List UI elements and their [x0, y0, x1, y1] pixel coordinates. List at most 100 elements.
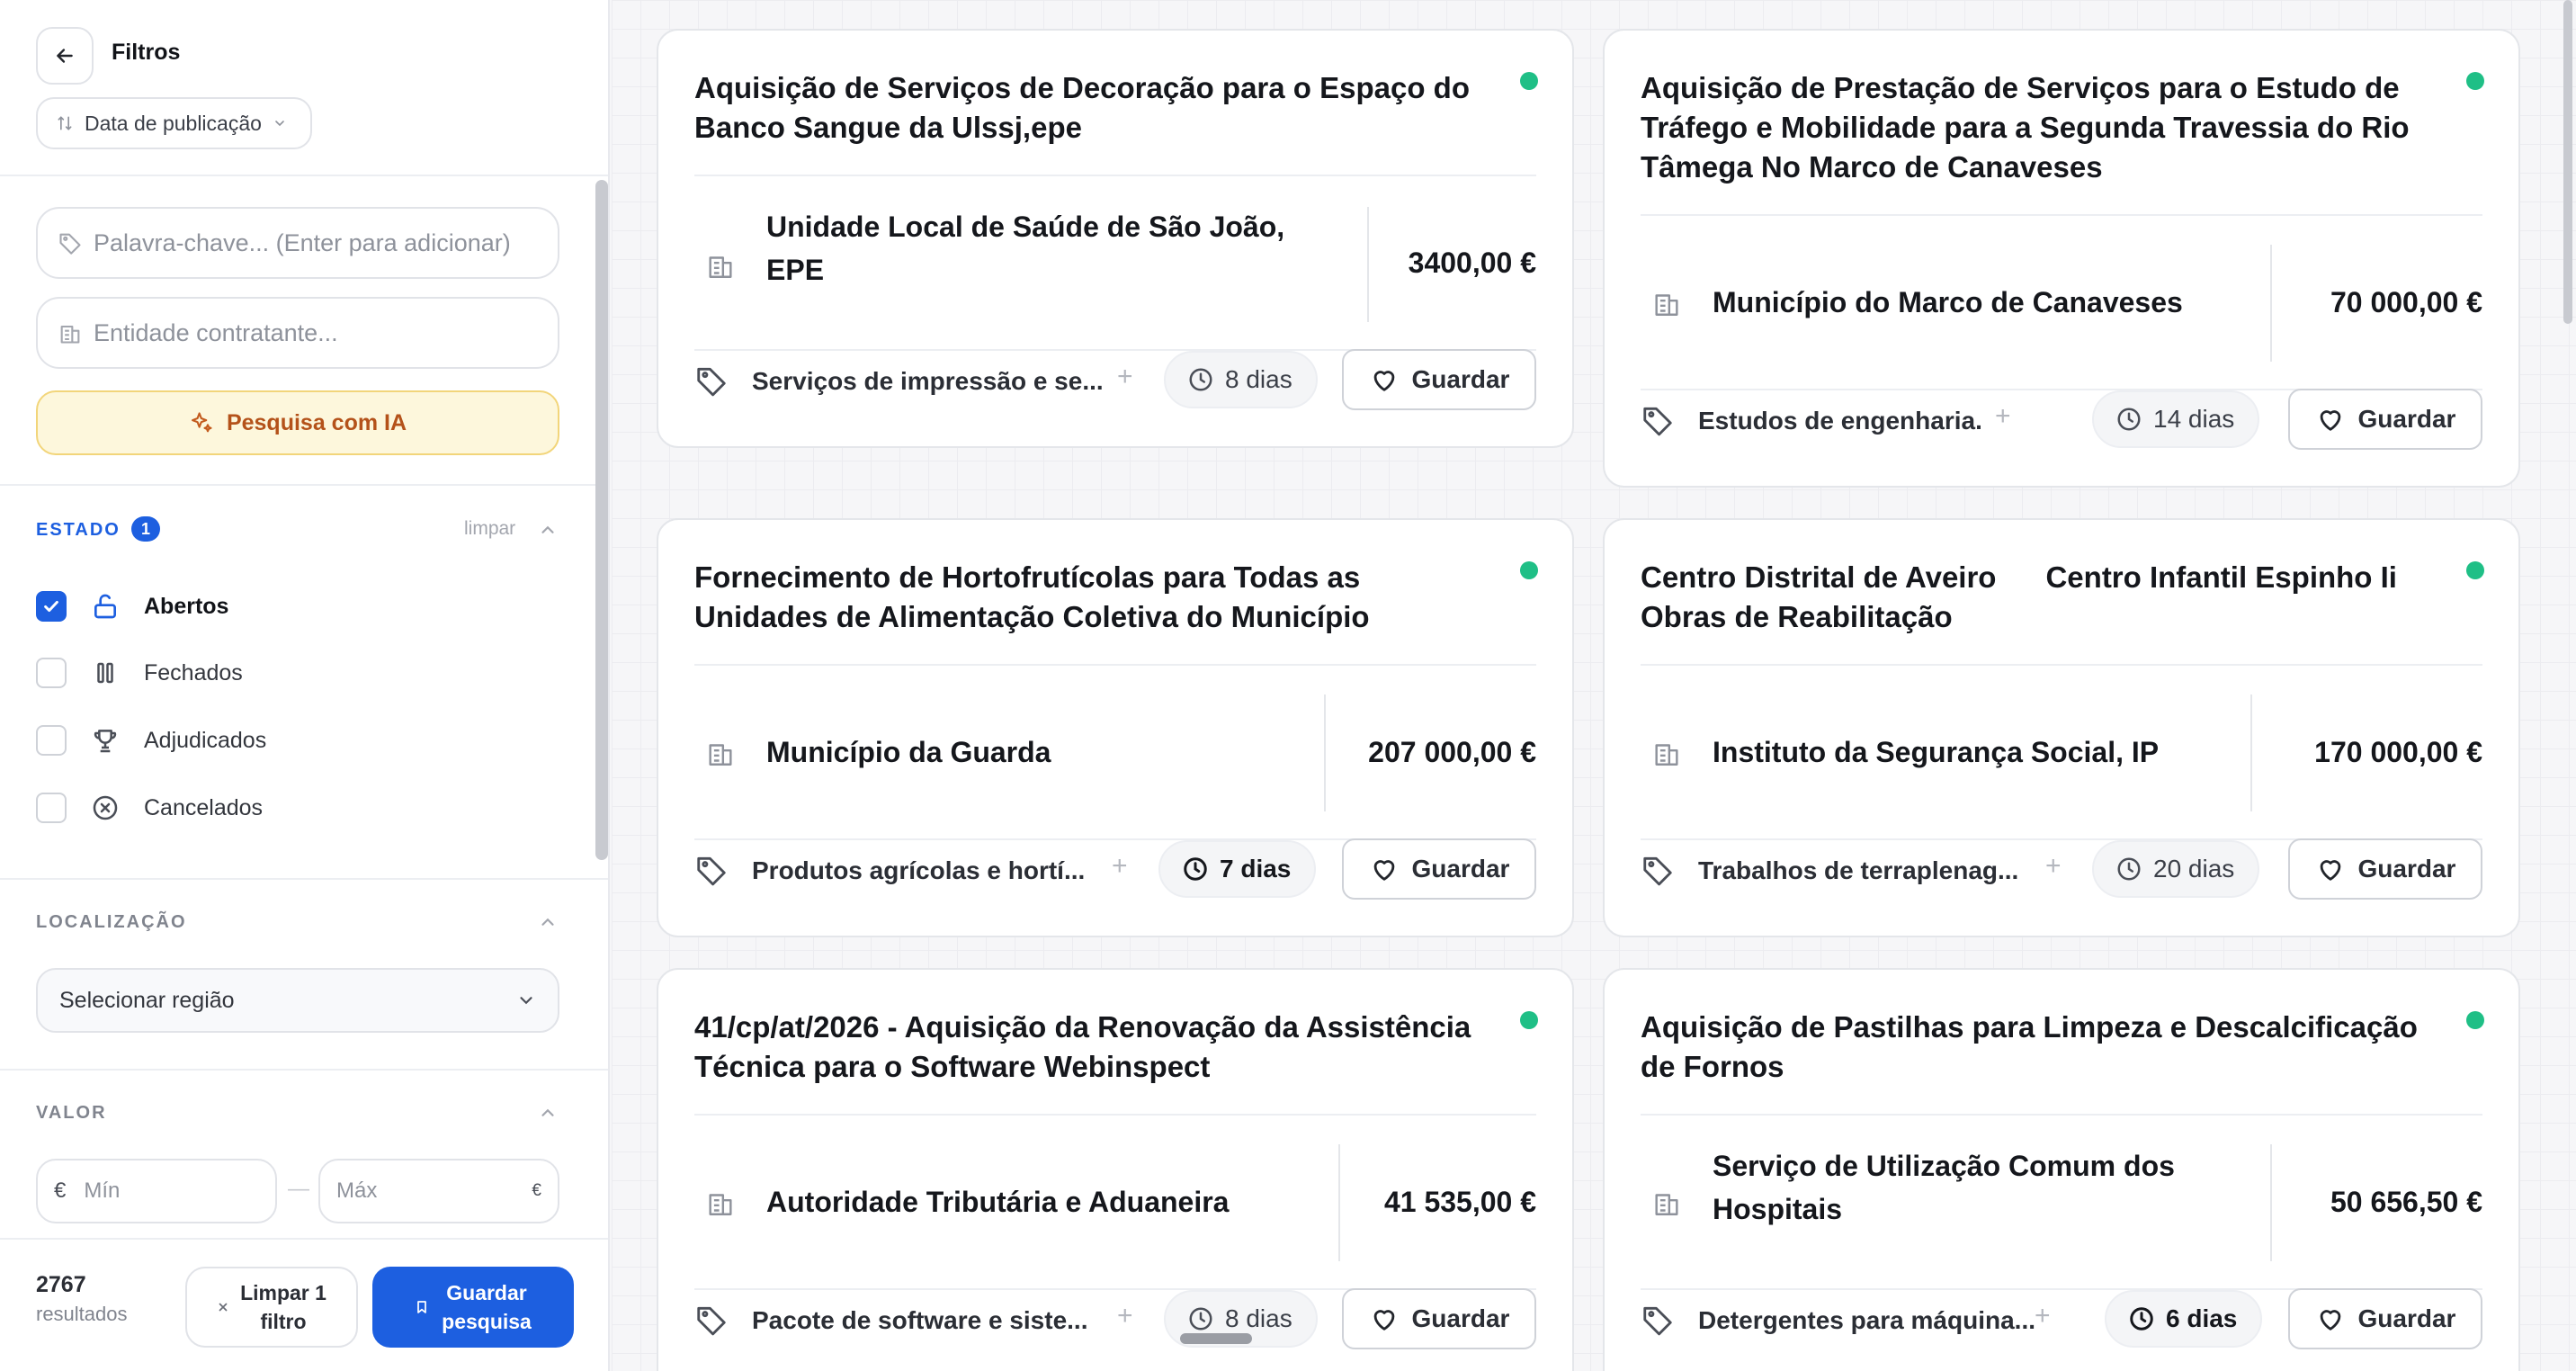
- tender-card[interactable]: 41/cp/at/2026 - Aquisição da Renovação d…: [657, 968, 1574, 1371]
- plus-icon[interactable]: +: [2045, 851, 2062, 882]
- save-search-button[interactable]: Guardar pesquisa: [372, 1267, 574, 1348]
- save-button[interactable]: Guardar: [1342, 349, 1536, 410]
- deadline-pill: 20 dias: [2092, 840, 2260, 898]
- price: 207 000,00 €: [1368, 736, 1536, 768]
- category-tag: Trabalhos de terraplenag...: [1698, 856, 2019, 884]
- results-scrollbar[interactable]: [2560, 0, 2576, 1371]
- plus-icon[interactable]: +: [1112, 851, 1128, 882]
- sidebar-title: Filtros: [112, 40, 181, 65]
- entity-name: Município do Marco de Canaveses: [1713, 286, 2183, 318]
- results-scrollbar-thumb[interactable]: [2563, 0, 2572, 324]
- clear-line-1: Limpar 1: [240, 1281, 326, 1304]
- tender-card[interactable]: Aquisição de Pastilhas para Limpeza e De…: [1603, 968, 2520, 1371]
- max-value-field[interactable]: Máx €: [318, 1159, 559, 1223]
- clock-icon: [2130, 1307, 2153, 1331]
- pause-icon: [90, 658, 121, 688]
- days-left: 20 dias: [2153, 855, 2235, 883]
- horizontal-scroll-indicator[interactable]: [1180, 1333, 1252, 1344]
- tag-icon: [59, 233, 81, 255]
- tender-title[interactable]: Centro Distrital de Aveiro Centro Infant…: [1641, 558, 2432, 637]
- estado-option-cancelados[interactable]: Cancelados: [36, 790, 263, 826]
- tender-card[interactable]: Aquisição de Prestação de Serviços para …: [1603, 29, 2520, 488]
- valor-section-label: VALOR: [36, 1103, 107, 1123]
- option-label: Abertos: [144, 593, 229, 619]
- tag-icon: [1643, 407, 1672, 436]
- checkbox-checked[interactable]: [36, 591, 67, 622]
- plus-icon[interactable]: +: [2035, 1301, 2051, 1331]
- heart-icon: [2320, 860, 2340, 881]
- min-placeholder: Mín: [84, 1178, 121, 1203]
- sidebar-scrollbar[interactable]: [595, 180, 608, 860]
- sort-dropdown[interactable]: Data de publicação: [36, 97, 312, 149]
- status-dot: [2466, 72, 2484, 90]
- status-dot: [1520, 1011, 1538, 1029]
- min-value-field[interactable]: € Mín: [36, 1159, 277, 1223]
- tender-card[interactable]: Centro Distrital de Aveiro Centro Infant…: [1603, 518, 2520, 937]
- option-label: Adjudicados: [144, 727, 267, 753]
- estado-option-adjudicados[interactable]: Adjudicados: [36, 722, 266, 758]
- heart-icon: [2320, 410, 2340, 431]
- estado-section-label: ESTADO: [36, 520, 121, 540]
- checkbox[interactable]: [36, 658, 67, 688]
- keyword-input[interactable]: [94, 228, 543, 257]
- estado-option-abertos[interactable]: Abertos: [36, 588, 228, 624]
- tender-title[interactable]: Fornecimento de Hortofrutícolas para Tod…: [694, 558, 1486, 637]
- region-select[interactable]: Selecionar região: [36, 968, 559, 1033]
- back-button[interactable]: [36, 27, 94, 85]
- estado-option-fechados[interactable]: Fechados: [36, 655, 243, 691]
- entity-input[interactable]: [94, 318, 543, 347]
- building-icon: [1655, 1194, 1678, 1215]
- option-label: Fechados: [144, 659, 243, 686]
- plus-icon[interactable]: +: [1995, 401, 2011, 432]
- localizacao-section-label: LOCALIZAÇÃO: [36, 912, 187, 932]
- clear-filters-button[interactable]: Limpar 1 filtro: [185, 1267, 358, 1348]
- price: 3400,00 €: [1408, 246, 1536, 279]
- divider: [694, 1114, 1536, 1116]
- entity-field[interactable]: [36, 297, 559, 369]
- tender-card[interactable]: Fornecimento de Hortofrutícolas para Tod…: [657, 518, 1574, 937]
- euro-suffix: €: [532, 1181, 541, 1200]
- save-button[interactable]: Guardar: [1342, 838, 1536, 900]
- building-icon: [1655, 744, 1678, 766]
- keyword-field[interactable]: [36, 207, 559, 279]
- building-icon: [60, 325, 80, 344]
- tender-card[interactable]: Aquisição de Serviços de Decoração para …: [657, 29, 1574, 448]
- save-label: Guardar: [1411, 1304, 1510, 1332]
- ai-search-button[interactable]: Pesquisa com IA: [36, 390, 559, 455]
- tender-title[interactable]: 41/cp/at/2026 - Aquisição da Renovação d…: [694, 1008, 1486, 1087]
- checkbox[interactable]: [36, 725, 67, 756]
- check-icon: [44, 600, 58, 613]
- chevron-up-icon[interactable]: [538, 520, 558, 540]
- tender-title[interactable]: Aquisição de Prestação de Serviços para …: [1641, 68, 2432, 187]
- tag-icon: [697, 1306, 726, 1336]
- divider: [0, 1069, 608, 1071]
- chevron-up-icon[interactable]: [538, 1103, 558, 1123]
- category-tag: Estudos de engenharia.: [1698, 407, 1982, 435]
- price: 41 535,00 €: [1383, 1186, 1536, 1218]
- entity-name: Autoridade Tributária e Aduaneira: [766, 1186, 1230, 1218]
- lock-open-icon: [90, 591, 121, 622]
- save-button[interactable]: Guardar: [2288, 1288, 2482, 1349]
- divider: [2270, 1144, 2272, 1261]
- tag-icon: [1643, 856, 1672, 886]
- status-dot: [2466, 1011, 2484, 1029]
- region-select-value: Selecionar região: [59, 987, 235, 1013]
- save-label: Guardar: [1411, 365, 1510, 393]
- euro-prefix: €: [54, 1178, 67, 1203]
- tender-title[interactable]: Aquisição de Pastilhas para Limpeza e De…: [1641, 1008, 2432, 1087]
- checkbox[interactable]: [36, 793, 67, 823]
- save-button[interactable]: Guardar: [1342, 1288, 1536, 1349]
- chevron-up-icon[interactable]: [538, 912, 558, 932]
- entity-name: Serviço de Utilização Comum dos Hospitai…: [1713, 1150, 2175, 1225]
- plus-icon[interactable]: +: [1117, 362, 1133, 392]
- plus-icon[interactable]: +: [1117, 1301, 1133, 1331]
- tender-title[interactable]: Aquisição de Serviços de Decoração para …: [694, 68, 1486, 148]
- save-button[interactable]: Guardar: [2288, 389, 2482, 450]
- save-button[interactable]: Guardar: [2288, 838, 2482, 900]
- clock-icon: [1189, 1307, 1212, 1331]
- close-icon: [219, 1303, 228, 1312]
- heart-icon: [1373, 860, 1394, 881]
- estado-clear-link[interactable]: limpar: [464, 518, 515, 540]
- divider: [1641, 1114, 2482, 1116]
- clock-icon: [1184, 857, 1207, 881]
